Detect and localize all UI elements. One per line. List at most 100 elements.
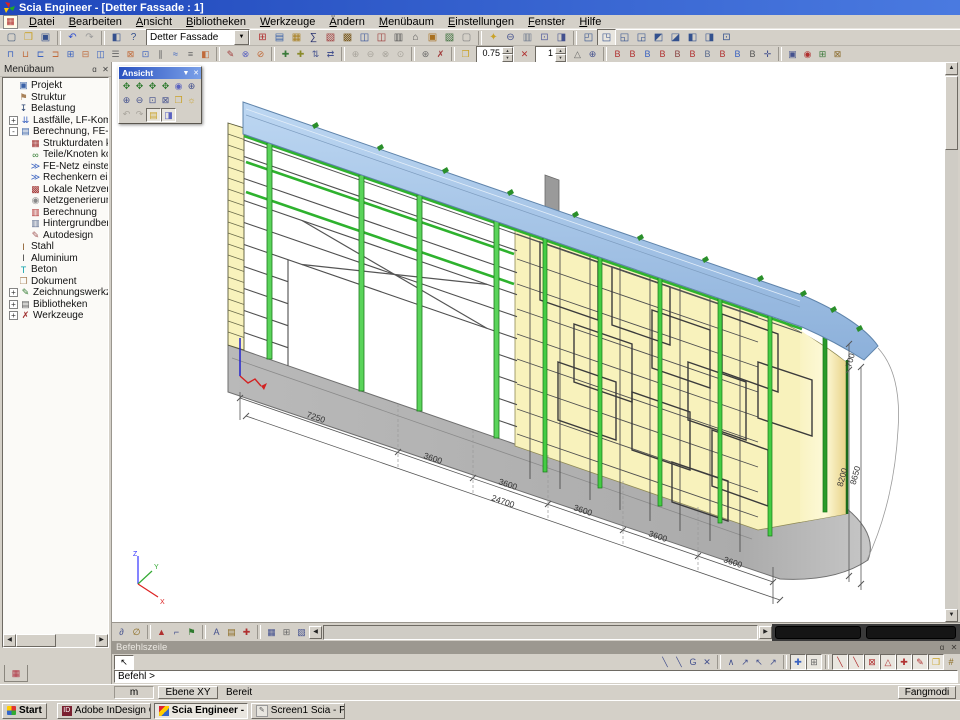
mesh-display-icon[interactable]: ⊞ — [279, 625, 294, 639]
document-icon[interactable]: ▣ — [424, 30, 441, 45]
tree-item-struktur[interactable]: ⚑Struktur — [5, 92, 108, 104]
dot-grid-icon[interactable]: ⊞ — [806, 654, 822, 670]
dock-segment[interactable] — [866, 626, 956, 639]
view-z-icon[interactable]: ✥ — [146, 80, 159, 92]
command-input[interactable]: Befehl > — [114, 670, 958, 683]
print-icon[interactable]: ▥ — [390, 30, 407, 45]
ansicht-title-bar[interactable]: Ansicht ▼ ✕ — [119, 67, 201, 79]
perspective-icon[interactable]: ◉ — [172, 80, 185, 92]
tree-item-strukturdaten-kontrolli[interactable]: ▦Strukturdaten kontrolli — [5, 138, 108, 150]
beam-icon[interactable]: ⊔ — [18, 47, 33, 61]
view-top-icon[interactable]: ◩ — [650, 30, 667, 45]
pin-icon[interactable]: ɑ — [936, 643, 948, 652]
help-icon[interactable]: ? — [125, 30, 142, 45]
clipping-box-icon[interactable]: ❒ — [172, 94, 185, 106]
loadcase-1-icon[interactable]: B — [610, 47, 625, 61]
tree-item-fe-netz-einstellen[interactable]: ≫FE-Netz einstellen — [5, 161, 108, 173]
tree-item-berechnung-fe-netz[interactable]: -▤Berechnung, FE-Netz — [5, 126, 108, 138]
close-window-icon[interactable]: ◫ — [373, 30, 390, 45]
volume-display-icon[interactable]: ▧ — [294, 625, 309, 639]
spinner-up-icon[interactable]: ▲ — [555, 47, 566, 55]
mirror-icon[interactable]: ⊖ — [363, 47, 378, 61]
panel-icon[interactable]: ◫ — [93, 47, 108, 61]
rib-icon[interactable]: ☰ — [108, 47, 123, 61]
drawing-canvas[interactable]: 7250 3600 3600 3600 3600 3600 24700 700 … — [112, 62, 945, 622]
rendered-icon[interactable]: ◨ — [161, 108, 176, 122]
table-icon[interactable]: ▥ — [519, 30, 536, 45]
expand-icon[interactable]: + — [9, 116, 18, 125]
view-back-icon[interactable]: ◳ — [597, 29, 616, 46]
zoom-out-icon[interactable]: ⊖ — [133, 94, 146, 106]
cross-link-icon[interactable]: ◧ — [198, 47, 213, 61]
tree-item-belastung[interactable]: ↧Belastung — [5, 103, 108, 115]
shell-icon[interactable]: ⊞ — [63, 47, 78, 61]
combo-dropdown-icon[interactable]: ▼ — [234, 30, 249, 45]
view-y-icon[interactable]: ✥ — [133, 80, 146, 92]
snap-intersection-icon[interactable]: ⊠ — [864, 654, 880, 670]
loadcase-10-icon[interactable]: B — [745, 47, 760, 61]
add-member-icon[interactable]: ✚ — [278, 47, 293, 61]
snap-mode-button[interactable]: Fangmodi — [898, 686, 956, 699]
scroll-right-icon[interactable]: ▶ — [759, 626, 772, 639]
menu-item-ansicht[interactable]: Ansicht — [129, 16, 179, 28]
zoom-cursor-icon[interactable]: ⊕ — [185, 80, 198, 92]
project-data-icon[interactable]: ⊞ — [254, 30, 271, 45]
menu-item-ndern[interactable]: Ändern — [322, 16, 371, 28]
options-icon[interactable]: ▢ — [458, 30, 475, 45]
loadcase-3-icon[interactable]: B — [640, 47, 655, 61]
menu-item-hilfe[interactable]: Hilfe — [572, 16, 608, 28]
open-icon[interactable]: ❒ — [20, 30, 37, 45]
loadcase-4-icon[interactable]: B — [655, 47, 670, 61]
view-x-icon[interactable]: ✥ — [120, 80, 133, 92]
menu-item-einstellungen[interactable]: Einstellungen — [441, 16, 521, 28]
tree-item-hintergrundberechnur[interactable]: ▥Hintergrundberechnur — [5, 218, 108, 230]
add-plate-icon[interactable]: ✚ — [293, 47, 308, 61]
flag-icon[interactable]: ⚑ — [184, 625, 199, 639]
scroll-left-icon[interactable]: ◀ — [309, 626, 322, 639]
snap-segment-icon[interactable]: ╲ — [672, 655, 686, 669]
delete-node-icon[interactable]: ⊘ — [253, 47, 268, 61]
tree-item-lastfaelle-lf-kombination[interactable]: +⇊Lastfälle, LF-Kombination — [5, 115, 108, 127]
save-icon[interactable]: ▣ — [37, 30, 54, 45]
labels-icon[interactable]: A — [209, 625, 224, 639]
sidebar-horizontal-scrollbar[interactable]: ◀ ▶ — [3, 634, 108, 647]
snap-polar-icon[interactable]: ↗ — [766, 655, 780, 669]
snap-grid-icon[interactable]: G — [686, 655, 700, 669]
close-icon[interactable]: ✕ — [948, 643, 960, 652]
render-mode-icon[interactable]: ▤ — [224, 625, 239, 639]
view-bottom-icon[interactable]: ◪ — [667, 30, 684, 45]
tree-item-zeichnungswerkzeuge[interactable]: +✎Zeichnungswerkzeuge — [5, 287, 108, 299]
tree-item-bibliotheken[interactable]: +▤Bibliotheken — [5, 299, 108, 311]
raster-icon[interactable]: ⊡ — [536, 30, 553, 45]
view-persp-icon[interactable]: ⊡ — [718, 30, 735, 45]
zoom-all-icon[interactable]: ⊠ — [159, 94, 172, 106]
expand-icon[interactable]: + — [9, 311, 18, 320]
column-icon[interactable]: ⊓ — [3, 47, 18, 61]
loadcase-5-icon[interactable]: B — [670, 47, 685, 61]
support-icon[interactable]: ≈ — [168, 47, 183, 61]
view-axo-icon[interactable]: ◧ — [684, 30, 701, 45]
calculation-icon[interactable]: ∑ — [305, 30, 322, 45]
tree-item-aluminium[interactable]: IAluminium — [5, 253, 108, 265]
expand-icon[interactable]: + — [9, 288, 18, 297]
rotate-icon[interactable]: ⊕ — [348, 47, 363, 61]
cursor-snap-icon[interactable]: ✚ — [790, 654, 806, 670]
tree-item-projekt[interactable]: ▣Projekt — [5, 80, 108, 92]
horizontal-scrollbar[interactable] — [323, 625, 758, 640]
left-column-strip[interactable] — [228, 123, 244, 350]
wall-icon[interactable]: ⊐ — [48, 47, 63, 61]
edit-geometry-icon[interactable]: ✎ — [223, 47, 238, 61]
snap-raster-icon[interactable]: # — [944, 655, 958, 669]
snap-line-icon[interactable]: ╲ — [658, 655, 672, 669]
loadcase-8-icon[interactable]: B — [715, 47, 730, 61]
undo-icon[interactable]: ↶ — [64, 30, 81, 45]
tree-item-lokale-netzverdichtur[interactable]: ▩Lokale Netzverdichtur — [5, 184, 108, 196]
tree-item-autodesign[interactable]: ✎Autodesign — [5, 230, 108, 242]
scrollbar-thumb[interactable] — [16, 634, 56, 647]
activity-icon[interactable]: ✦ — [485, 30, 502, 45]
snap-arc-icon[interactable]: ↗ — [738, 655, 752, 669]
load-factor-spinner[interactable]: 1 ▲▼ — [535, 46, 567, 63]
light-source-icon[interactable]: ✚ — [239, 625, 254, 639]
loadcase-9-icon[interactable]: B — [730, 47, 745, 61]
connect-icon[interactable]: ⊛ — [418, 47, 433, 61]
